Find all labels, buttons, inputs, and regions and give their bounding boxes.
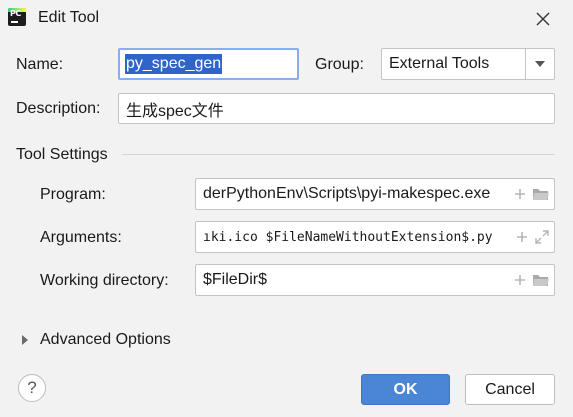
name-label: Name: [16, 56, 64, 73]
folder-icon [533, 275, 549, 286]
description-input[interactable]: 生成spec文件 [118, 93, 555, 124]
working-directory-label: Working directory: [40, 272, 169, 289]
arguments-input[interactable]: ıki.ico $FileNameWithoutExtension$.py [195, 221, 555, 253]
help-button[interactable]: ? [18, 374, 46, 402]
program-value: derPythonEnv\Scripts\pyi-makespec.exe [203, 185, 491, 202]
working-directory-add-button[interactable] [514, 274, 526, 286]
tool-settings-heading: Tool Settings [16, 146, 108, 163]
expand-icon [535, 230, 549, 244]
working-directory-input[interactable]: $FileDir$ [195, 264, 555, 296]
plus-icon [515, 189, 525, 199]
plus-icon [517, 232, 527, 242]
program-label: Program: [40, 186, 106, 203]
pycharm-logo-icon: PC [8, 8, 26, 26]
group-dropdown-button[interactable] [525, 49, 554, 79]
group-combobox[interactable]: External Tools [381, 48, 555, 80]
triangle-right-icon [22, 335, 28, 345]
arguments-add-button[interactable] [516, 231, 528, 243]
ok-button[interactable]: OK [361, 374, 450, 405]
cancel-button[interactable]: Cancel [465, 374, 555, 405]
working-directory-browse-button[interactable] [532, 273, 550, 287]
advanced-options-expander[interactable] [20, 333, 30, 345]
help-icon: ? [27, 378, 37, 397]
close-icon [536, 12, 550, 26]
program-add-button[interactable] [514, 188, 526, 200]
section-divider [122, 154, 555, 155]
name-input-value: py_spec_gen [125, 54, 223, 74]
description-label: Description: [16, 100, 101, 117]
group-label: Group: [315, 56, 364, 73]
program-browse-button[interactable] [532, 187, 550, 201]
group-value: External Tools [389, 55, 490, 72]
arguments-label: Arguments: [40, 229, 122, 246]
arguments-value: ıki.ico $FileNameWithoutExtension$.py [203, 229, 493, 245]
arguments-expand-button[interactable] [534, 229, 550, 245]
name-input[interactable]: py_spec_gen [118, 48, 299, 80]
chevron-down-icon [535, 61, 545, 67]
program-input[interactable]: derPythonEnv\Scripts\pyi-makespec.exe [195, 178, 555, 210]
description-value: 生成spec文件 [126, 102, 224, 120]
title-bar: PC Edit Tool [0, 0, 573, 38]
working-directory-value: $FileDir$ [203, 271, 268, 288]
close-button[interactable] [531, 7, 555, 31]
window-title: Edit Tool [38, 9, 100, 26]
plus-icon [515, 275, 525, 285]
advanced-options-label[interactable]: Advanced Options [40, 331, 171, 349]
folder-icon [533, 189, 549, 200]
